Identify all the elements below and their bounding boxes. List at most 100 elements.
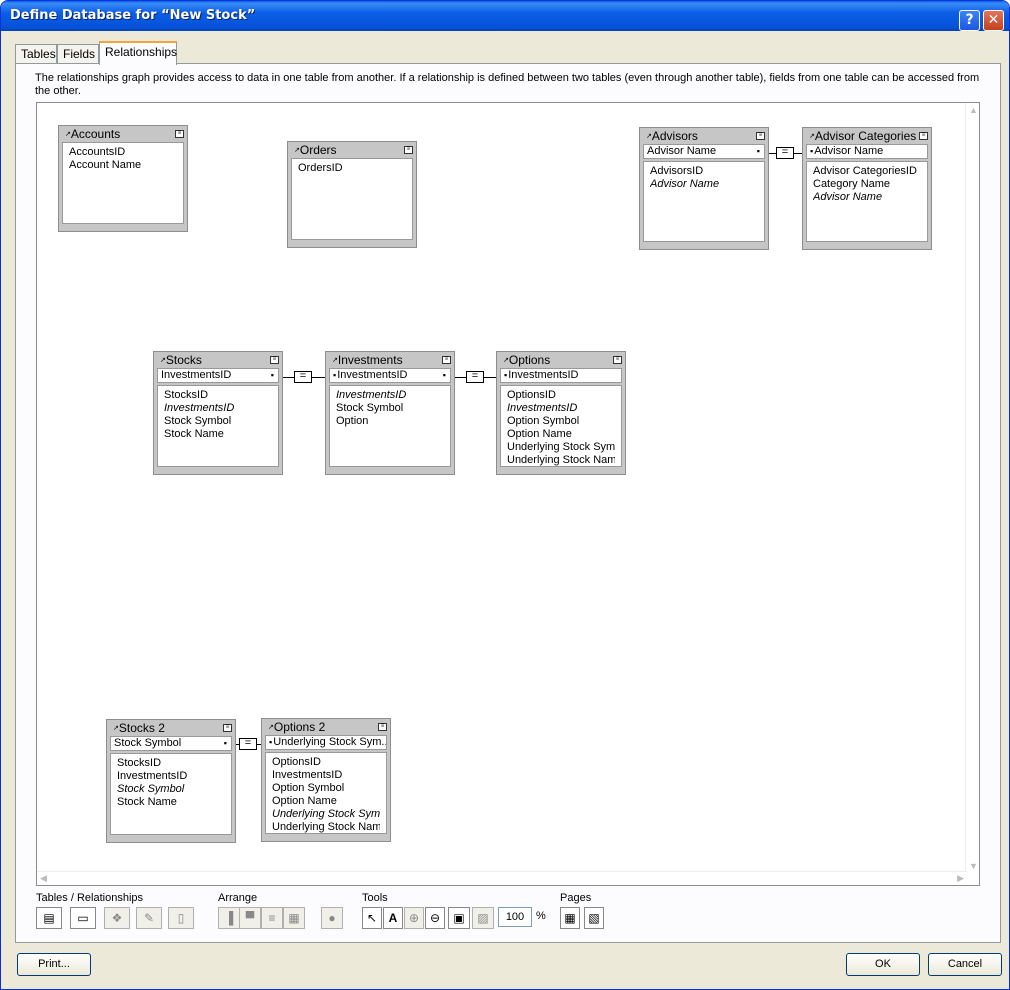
- collapse-icon[interactable]: ≡: [756, 132, 765, 140]
- collapse-icon[interactable]: ≡: [919, 132, 928, 140]
- horizontal-scrollbar[interactable]: ◀ ▶: [37, 871, 967, 885]
- relationship-operator[interactable]: =: [294, 371, 312, 383]
- table-stocks-2[interactable]: ↗Stocks 2 ≡ Stock Symbol ▪ StocksID Invest…: [106, 719, 236, 843]
- field-item: OptionsID: [507, 389, 556, 401]
- table-investments[interactable]: ↗Investments ≡ ▪InvestmentsID ▪ Investment…: [325, 351, 455, 475]
- field-item: Option: [336, 415, 369, 427]
- pointer-icon[interactable]: ↖: [362, 907, 382, 929]
- relationship-operator[interactable]: =: [776, 147, 794, 159]
- tab-fields[interactable]: Fields: [57, 44, 99, 64]
- table-stocks[interactable]: ↗Stocks ≡ InvestmentsID ▪ StocksID Investm…: [153, 351, 283, 475]
- resize-icon[interactable]: ▦: [283, 907, 305, 929]
- zoom-out-icon[interactable]: ⊖: [425, 907, 445, 929]
- zoom-input[interactable]: 100: [498, 907, 532, 927]
- collapse-icon[interactable]: ≡: [378, 723, 387, 731]
- field-item: Advisor Name: [813, 191, 883, 203]
- field-item: Underlying Stock Name: [272, 821, 380, 833]
- color-icon[interactable]: ●: [321, 907, 343, 929]
- scroll-up-icon[interactable]: ▲: [969, 105, 978, 115]
- collapse-icon[interactable]: ≡: [270, 356, 279, 364]
- page-setup-icon[interactable]: ▧: [584, 907, 604, 929]
- table-advisors[interactable]: ↗Advisors ≡ Advisor Name ▪ AdvisorsID Advi…: [639, 127, 769, 250]
- field-item: Stock Name: [117, 796, 177, 808]
- field-item: Option Name: [507, 428, 572, 440]
- field-item: AdvisorsID: [650, 165, 704, 177]
- delete-icon[interactable]: ▯: [168, 907, 194, 929]
- field-item: Account Name: [69, 159, 142, 171]
- field-list: OptionsID InvestmentsID Option Symbol Op…: [500, 385, 622, 467]
- table-advisor-categories[interactable]: ↗Advisor Categories ≡ ▪Advisor Name Advis…: [802, 127, 932, 250]
- relationships-panel: The relationships graph provides access …: [15, 63, 1001, 943]
- table-options[interactable]: ↗Options ≡ ▪InvestmentsID OptionsID Inves…: [496, 351, 626, 475]
- field-item: InvestmentsID: [164, 402, 235, 414]
- ok-button[interactable]: OK: [846, 953, 920, 976]
- table-accounts[interactable]: ↗Accounts ≡ AccountsID Account Name: [58, 125, 188, 232]
- scroll-right-icon[interactable]: ▶: [957, 873, 964, 884]
- graph-toolbar: Tables / Relationships ▤ ▭ ❖ ✎ ▯ Arrange…: [36, 892, 976, 937]
- table-orders[interactable]: ↗Orders ≡ OrdersID: [287, 141, 417, 248]
- collapse-icon[interactable]: ≡: [223, 724, 232, 732]
- tab-relationships[interactable]: Relationships: [99, 41, 177, 65]
- field-item: StocksID: [117, 757, 162, 769]
- key-field[interactable]: ▪InvestmentsID ▪: [329, 368, 451, 383]
- field-item: Stock Symbol: [336, 402, 404, 414]
- fit-window-icon[interactable]: ▣: [448, 907, 470, 929]
- collapse-icon[interactable]: ≡: [442, 356, 451, 364]
- cancel-button[interactable]: Cancel: [928, 953, 1002, 976]
- field-item: Option Name: [272, 795, 337, 807]
- table-name: Investments: [337, 353, 403, 367]
- table-options-2[interactable]: ↗Options 2 ≡ ▪Underlying Stock Sym... Opt…: [261, 718, 391, 842]
- collapse-icon[interactable]: ≡: [404, 146, 413, 154]
- field-list: InvestmentsID Stock Symbol Option: [329, 385, 451, 467]
- field-item: Category Name: [813, 178, 891, 190]
- field-item: InvestmentsID: [336, 389, 407, 401]
- relationships-graph[interactable]: ↗Accounts ≡ AccountsID Account Name ↗Orde…: [36, 102, 980, 886]
- field-list: OrdersID: [291, 158, 413, 240]
- toolbar-group-label: Arrange: [218, 892, 258, 904]
- key-field[interactable]: InvestmentsID ▪: [157, 368, 279, 383]
- collapse-icon[interactable]: ≡: [613, 356, 622, 364]
- field-list: OptionsID InvestmentsID Option Symbol Op…: [265, 752, 387, 834]
- scroll-down-icon[interactable]: ▼: [969, 861, 978, 871]
- align-top-icon[interactable]: ▀: [239, 907, 261, 929]
- collapse-icon[interactable]: ≡: [175, 130, 184, 138]
- table-name: Advisor Categories: [814, 129, 917, 143]
- title-bar[interactable]: Define Database for “New Stock” ? ✕: [1, 1, 1009, 31]
- page-grid-icon[interactable]: ▦: [560, 907, 580, 929]
- field-list: StocksID InvestmentsID Stock Symbol Stoc…: [110, 753, 232, 835]
- relationship-operator[interactable]: =: [466, 371, 484, 383]
- zoom-in-icon[interactable]: ⊕: [404, 907, 424, 929]
- table-name: Orders: [299, 143, 337, 157]
- field-list: Advisor CategoriesID Category Name Advis…: [806, 161, 928, 242]
- field-item: Option Symbol: [507, 415, 580, 427]
- add-note-icon[interactable]: ▭: [70, 907, 96, 929]
- key-field[interactable]: ▪Advisor Name: [806, 144, 928, 159]
- key-field[interactable]: Stock Symbol ▪: [110, 736, 232, 751]
- field-item: AccountsID: [69, 146, 126, 158]
- field-item: InvestmentsID: [272, 769, 343, 781]
- table-name: Stocks 2: [118, 721, 165, 735]
- relationships-description: The relationships graph provides access …: [35, 72, 980, 97]
- field-list: StocksID InvestmentsID Stock Symbol Stoc…: [157, 385, 279, 467]
- print-button[interactable]: Print...: [17, 953, 91, 976]
- close-button[interactable]: ✕: [983, 10, 1004, 31]
- vertical-scrollbar[interactable]: ▲ ▼: [965, 103, 979, 873]
- align-left-icon[interactable]: ▐: [218, 907, 240, 929]
- tab-tables[interactable]: Tables: [15, 44, 57, 64]
- add-table-icon[interactable]: ▤: [36, 907, 62, 929]
- field-item: Underlying Stock Name: [507, 454, 615, 466]
- scroll-left-icon[interactable]: ◀: [40, 873, 47, 884]
- duplicate-icon[interactable]: ❖: [104, 907, 130, 929]
- help-button[interactable]: ?: [959, 10, 980, 31]
- text-tool-icon[interactable]: A: [383, 907, 403, 929]
- key-field[interactable]: ▪InvestmentsID: [500, 368, 622, 383]
- field-item: Underlying Stock Sym...: [272, 808, 380, 820]
- window-title: Define Database for “New Stock”: [10, 8, 256, 23]
- distribute-icon[interactable]: ≡: [261, 907, 283, 929]
- page-view-icon[interactable]: ▨: [472, 907, 494, 929]
- edit-icon[interactable]: ✎: [136, 907, 162, 929]
- relationship-operator[interactable]: =: [239, 738, 257, 750]
- key-field[interactable]: ▪Underlying Stock Sym...: [265, 735, 387, 750]
- key-field[interactable]: Advisor Name ▪: [643, 144, 765, 159]
- toolbar-group-label: Tables / Relationships: [36, 892, 144, 904]
